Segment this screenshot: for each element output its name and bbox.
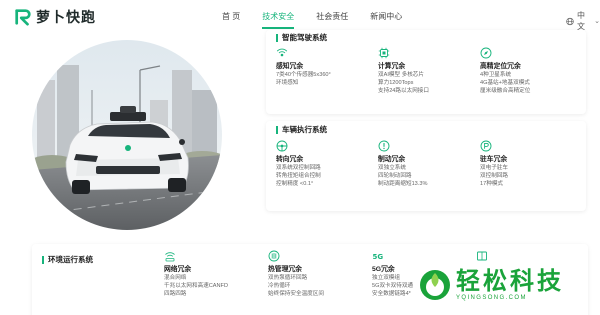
feature-line: 四轮制动回路 [378,173,412,179]
site-header: 萝卜快跑 首 页 技术安全 社会责任 新闻中心 中文 ⌄ [0,0,600,32]
feature-line: 双热泵循环回路 [268,275,308,281]
nav-item-social-responsibility[interactable]: 社会责任 [316,11,348,22]
brand-name: 萝卜快跑 [36,9,96,25]
feature-line: 4种卫星系统 [480,72,512,78]
feature-fourth [476,250,586,265]
feature-title: 计算冗余 [378,63,406,70]
5g-icon: 5G [373,253,384,261]
feature-line: 支持24路以太网接口 [378,88,429,94]
section-title-vehicle: 车辆执行系统 [276,124,327,135]
feature-title: 转向冗余 [276,156,304,163]
watermark-name: 轻松科技 [456,268,564,295]
robotaxi-hero-image [32,40,222,230]
nav-item-home[interactable]: 首 页 [222,11,240,22]
watermark-logo-icon [420,270,450,300]
compass-icon [480,47,492,59]
feature-line: 双控制回路 [480,173,508,179]
chevron-down-icon: ⌄ [594,18,600,25]
section-title-environment: 环境运行系统 [42,254,93,265]
sensor-icon [276,48,288,57]
feature-perception: 感知冗余 7类40个传感器5x360° 环境感知 [276,47,386,87]
feature-line: 厘米级融合高精定位 [480,88,531,94]
feature-braking: 制动冗余 双独立系统 四轮制动回路 制动距离缩短13.3% [378,140,488,188]
feature-title: 热管理冗余 [268,266,302,273]
language-label: 中文 [576,11,585,31]
nav-item-tech-safety[interactable]: 技术安全 [262,11,295,29]
svg-text:5G: 5G [373,253,384,261]
nav-item-news-center[interactable]: 新闻中心 [370,11,402,22]
globe-icon [566,17,574,25]
feature-title: 制动冗余 [378,156,406,163]
feature-parking: 驻车冗余 双电子驻车 双控制回路 17种模式 [480,140,590,188]
feature-compute: 计算冗余 双AI模型 多核芯片 算力1200Tops 支持24路以太网接口 [378,47,488,95]
feature-line: 冷热循环 [268,283,291,289]
feature-line: 双系统双控制回路 [276,165,321,171]
feature-line: 7类40个传感器5x360° [276,72,331,78]
brake-icon [378,140,390,152]
feature-line: 4G基站+地基双模式 [480,80,530,86]
section-title-autonomous: 智能驾驶系统 [276,32,327,43]
feature-title: 感知冗余 [276,63,304,70]
feature-steering: 转向冗余 双系统双控制回路 转角扭矩组合控制 控制精度 <0.1° [276,140,386,188]
feature-line: 双AI模型 多核芯片 [378,72,424,78]
feature-line: 控制精度 <0.1° [276,181,314,187]
feature-line: 转角扭矩组合控制 [276,173,321,179]
vehicle-execution-panel: 车辆执行系统 转向冗余 双系统双控制回路 转角扭矩组合控制 控制精度 <0.1°… [266,121,586,211]
language-switcher[interactable]: 中文 ⌄ [566,10,600,32]
parking-icon [480,140,492,152]
feature-title: 驻车冗余 [480,156,508,163]
thermal-icon [268,250,280,262]
feature-line: 双电子驻车 [480,165,508,171]
feature-title: 网络冗余 [164,266,192,273]
feature-line: 制动距离缩短13.3% [378,181,428,187]
feature-line: 混合网络 [164,275,187,281]
book-icon [477,251,487,261]
feature-positioning: 高精定位冗余 4种卫星系统 4G基站+地基双模式 厘米级融合高精定位 [480,47,590,95]
autonomous-driving-panel: 智能驾驶系统 感知冗余 7类40个传感器5x360° 环境感知 计算冗余 双AI… [266,30,586,114]
network-icon [165,252,175,262]
brand-logo-icon [15,9,31,26]
feature-line: 环境感知 [276,80,299,86]
steering-icon [276,140,288,152]
feature-line: 双独立系统 [378,165,406,171]
watermark-url: YQINGSONG.COM [456,295,527,301]
brand-logo[interactable]: 萝卜快跑 [14,7,96,27]
watermark: 轻松科技 YQINGSONG.COM [418,268,564,302]
feature-title: 高精定位冗余 [480,63,521,70]
feature-line: 四路四路 [164,291,187,297]
feature-line: 算力1200Tops [378,80,414,86]
feature-network: 网络冗余 混合网络 千兆以太网和高速CANFD 四路四路 [164,250,274,298]
main-nav: 首 页 技术安全 社会责任 新闻中心 [222,11,424,29]
feature-thermal: 热管理冗余 双热泵循环回路 冷热循环 始终保持安全温度区间 [268,250,378,298]
feature-line: 17种模式 [480,181,504,187]
feature-line: 始终保持安全温度区间 [268,291,324,297]
feature-line: 千兆以太网和高速CANFD [164,283,229,289]
chip-icon [378,47,390,59]
